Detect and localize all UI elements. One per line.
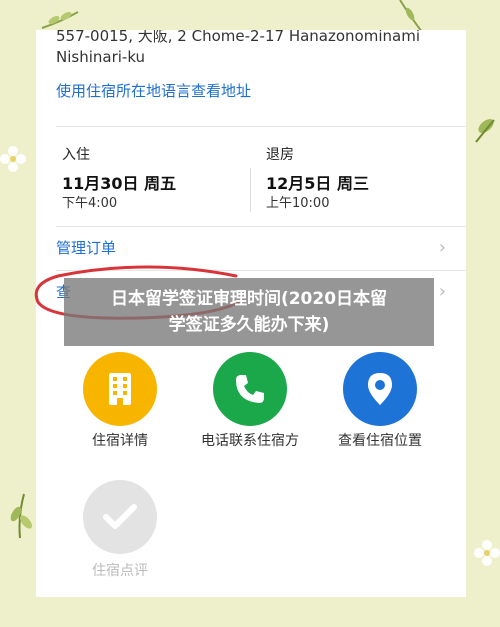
checkout-time: 上午10:00 [266, 196, 330, 211]
hotel-address: 557-0015, 大阪, 2 Chome-2-17 Hanazonominam… [56, 30, 456, 68]
checkin-time: 下午4:00 [62, 196, 118, 211]
details-button[interactable] [83, 352, 157, 426]
leaf-sprig-top-left-icon [41, 11, 79, 29]
chevron-right-icon: › [438, 280, 446, 302]
flower-right-icon [474, 540, 500, 566]
manage-order-link[interactable]: 管理订单 › [56, 232, 446, 262]
details-label: 住宿详情 [92, 433, 148, 449]
checkout-label: 退房 [266, 147, 294, 163]
review-button[interactable] [83, 480, 157, 554]
divider [56, 126, 466, 127]
chevron-right-icon: › [438, 236, 446, 258]
overlay-line-1: 日本留学签证审理时间(2020日本留 [110, 289, 388, 309]
manage-order-label: 管理订单 [56, 238, 117, 257]
checkout-date: 12月5日 周三 [266, 174, 369, 193]
call-label: 电话联系住宿方 [201, 433, 299, 449]
checkin-date: 11月30日 周五 [62, 174, 177, 193]
address-line-2: Nishinari-ku [56, 48, 146, 66]
native-address-link[interactable]: 使用住宿所在地语言查看地址 [56, 80, 251, 101]
location-button[interactable] [343, 352, 417, 426]
leaf-right-icon [475, 119, 495, 143]
phone-icon [236, 375, 264, 403]
building-icon [109, 373, 131, 405]
leaf-sprig-top-right-icon [399, 0, 423, 33]
address-line-1: 557-0015, 大阪, 2 Chome-2-17 Hanazonominam… [56, 30, 420, 45]
review-label: 住宿点评 [92, 563, 148, 579]
call-button[interactable] [213, 352, 287, 426]
map-pin-icon [368, 373, 392, 405]
checkmark-icon [103, 504, 137, 529]
leaf-bottom-left-icon [10, 493, 32, 539]
flower-left-icon [0, 146, 26, 172]
date-divider [250, 168, 251, 212]
checkin-label: 入住 [62, 147, 90, 163]
overlay-line-2: 学签证多久能办下来) [168, 315, 330, 335]
divider [56, 226, 466, 227]
location-label: 查看住宿位置 [338, 433, 422, 449]
title-overlay: 日本留学签证审理时间(2020日本留 学签证多久能办下来) [64, 278, 434, 346]
